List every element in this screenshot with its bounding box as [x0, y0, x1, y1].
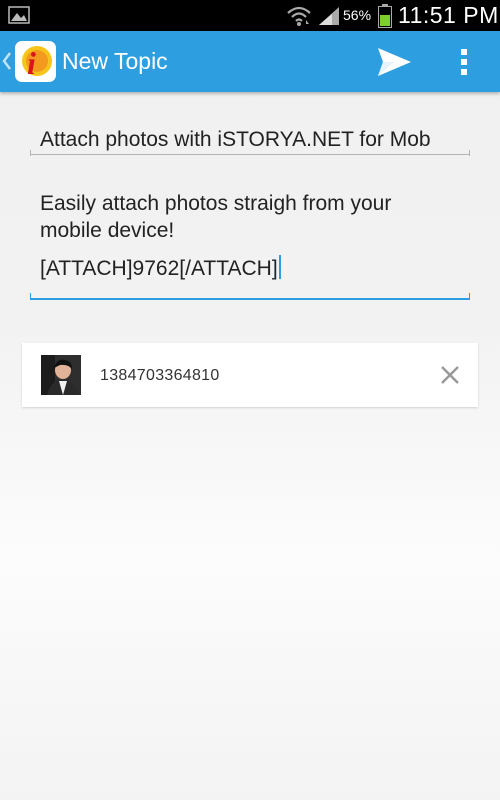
attachment-item[interactable]: 1384703364810 — [22, 343, 478, 407]
subject-field[interactable] — [30, 125, 470, 155]
subject-field-left-edge — [30, 150, 31, 156]
message-field-right-edge — [469, 293, 470, 299]
page-title: New Topic — [62, 48, 168, 74]
overflow-menu-icon[interactable] — [450, 43, 478, 81]
message-attach-line: [ATTACH]9762[/ATTACH] — [40, 255, 470, 282]
message-line-2: mobile device! — [40, 219, 175, 242]
send-icon[interactable] — [374, 45, 414, 79]
action-bar: i New Topic — [0, 31, 500, 92]
app-logo-icon[interactable]: i — [15, 41, 56, 82]
message-line-1: Easily attach photos straigh from your — [40, 192, 392, 215]
battery-percent: 56% — [343, 7, 372, 23]
back-chevron-icon[interactable] — [2, 51, 12, 71]
attach-tag: [ATTACH]9762[/ATTACH] — [40, 257, 278, 280]
svg-text:i: i — [27, 45, 36, 81]
attachment-name: 1384703364810 — [100, 367, 220, 384]
attachment-thumbnail — [41, 355, 81, 395]
message-field-underline — [30, 298, 470, 300]
message-field-left-edge — [30, 293, 31, 299]
subject-field-right-edge — [469, 150, 470, 156]
gallery-icon — [8, 6, 30, 24]
close-icon[interactable] — [438, 363, 462, 387]
signal-icon — [319, 7, 339, 25]
clock: 11:51 PM — [398, 2, 499, 28]
message-field[interactable]: Easily attach photos straigh from your m… — [30, 190, 470, 302]
text-cursor — [278, 255, 281, 279]
status-bar: 56% 11:51 PM — [0, 0, 500, 31]
wifi-icon — [287, 6, 311, 26]
battery-icon — [378, 4, 392, 28]
